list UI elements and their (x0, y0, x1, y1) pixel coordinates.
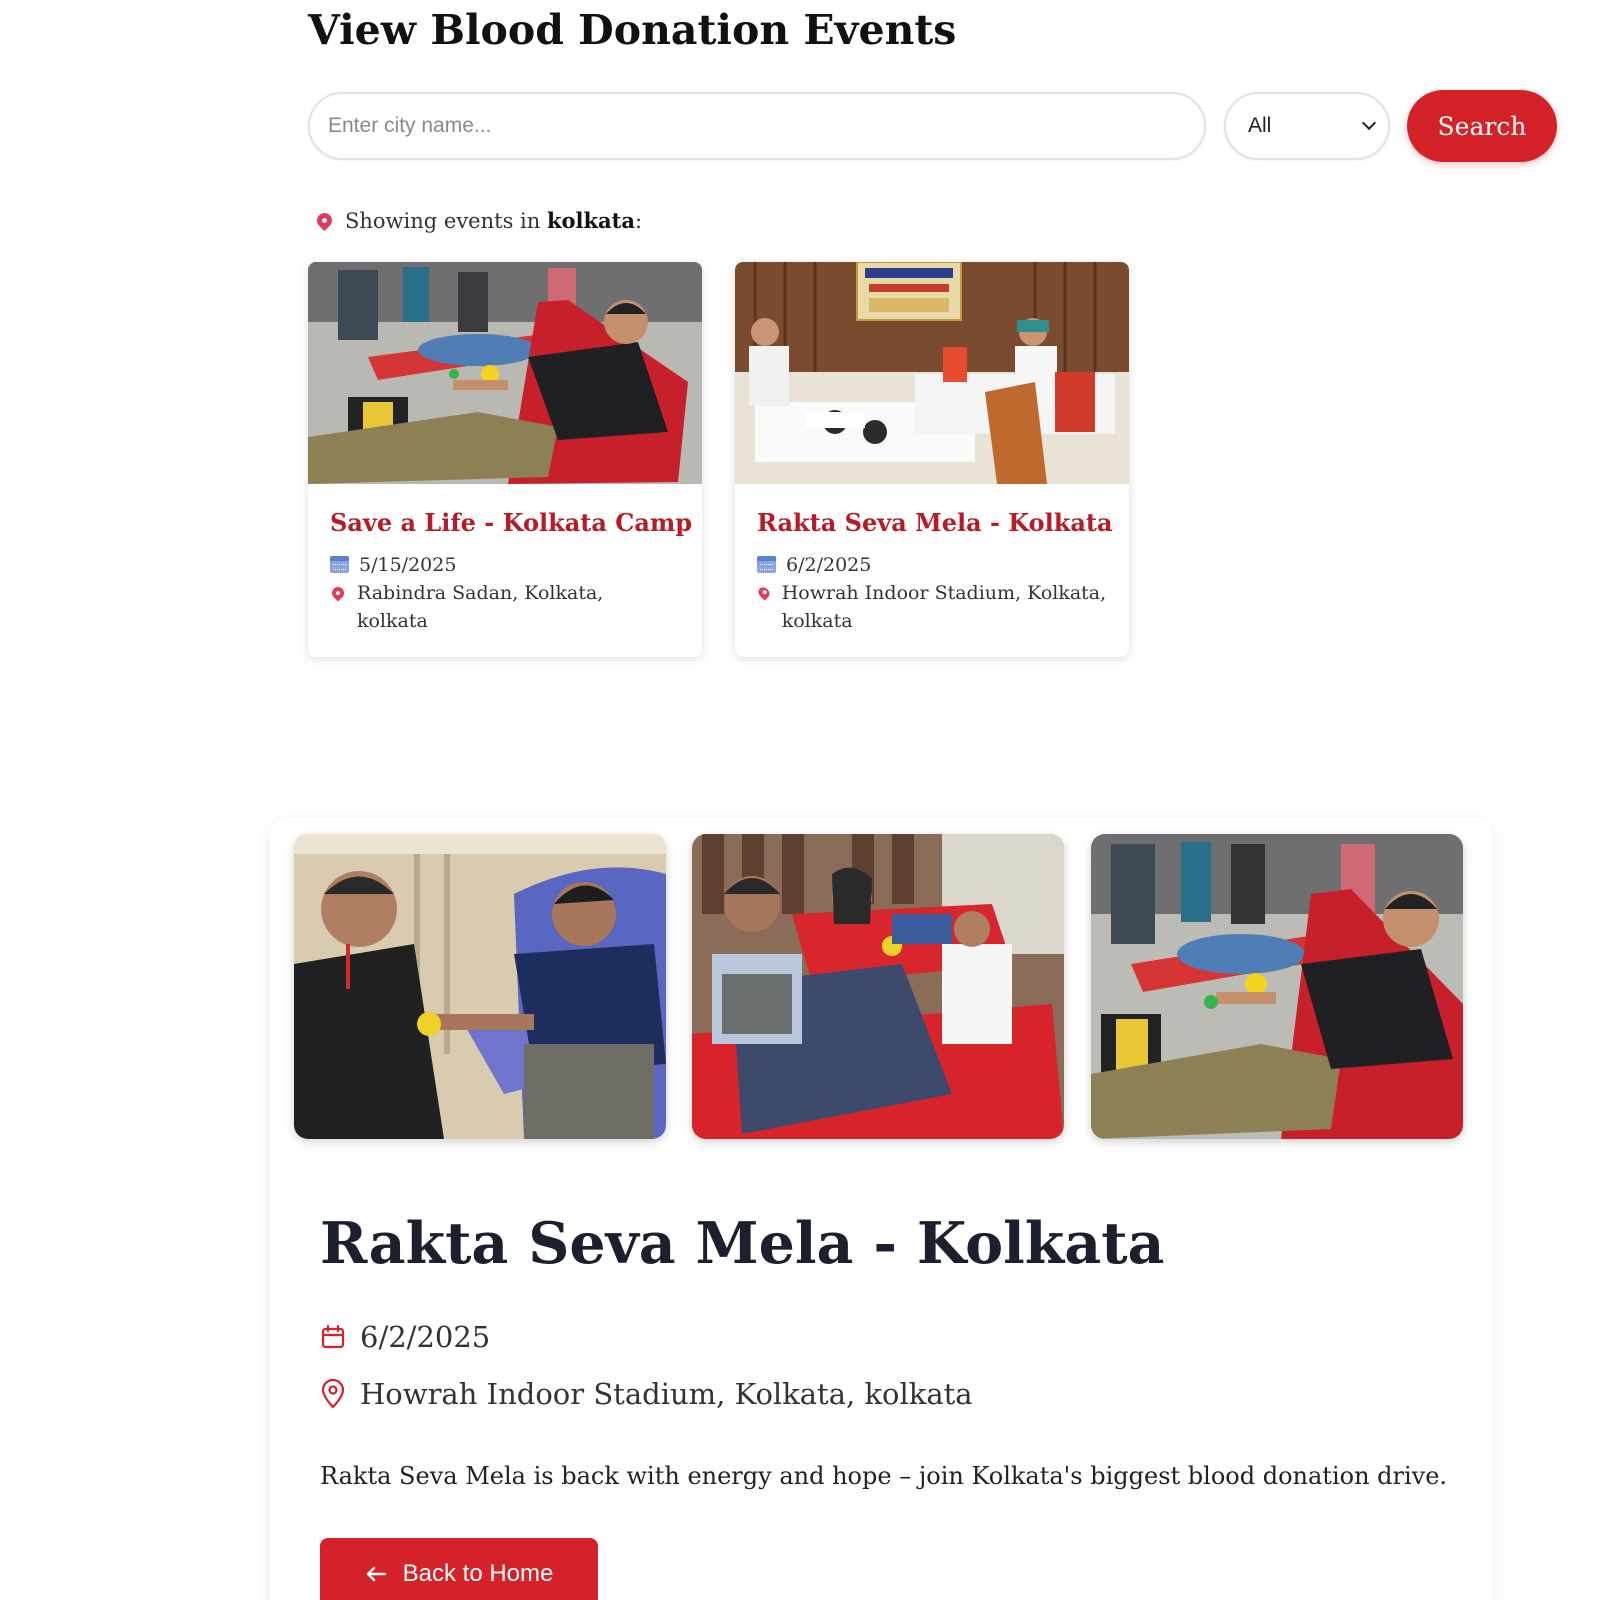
city-search-input[interactable] (308, 92, 1206, 160)
event-card-date-text: 6/2/2025 (786, 554, 872, 576)
event-filter-select[interactable]: All (1224, 92, 1390, 160)
page-title: View Blood Donation Events (308, 6, 957, 54)
map-pin-icon (756, 585, 772, 601)
results-header: Showing events in kolkata: (313, 208, 643, 233)
map-pin-icon (329, 584, 347, 602)
event-photo (735, 262, 1129, 484)
results-prefix: Showing events in (345, 209, 541, 233)
event-card[interactable]: Rakta Seva Mela - Kolkata 6/2/2025 Howra… (735, 262, 1129, 657)
calendar-icon (757, 556, 776, 573)
calendar-icon (330, 556, 349, 573)
filter-selected-value: All (1248, 114, 1272, 137)
back-button-label: Back to Home (402, 1560, 554, 1587)
event-card-date: 6/2/2025 (757, 551, 1107, 579)
search-button[interactable]: Search (1407, 90, 1557, 162)
chevron-down-icon (1361, 115, 1377, 131)
event-gallery-photo (294, 834, 666, 1139)
event-card-location-text: Rabindra Sadan, Kolkata, kolkata (356, 582, 604, 632)
calendar-icon (320, 1324, 346, 1350)
event-gallery-photo (692, 834, 1064, 1139)
event-card-location-text: Howrah Indoor Stadium, Kolkata, kolkata (781, 582, 1107, 632)
event-detail-date-text: 6/2/2025 (360, 1320, 491, 1354)
event-photo (308, 262, 702, 484)
results-suffix: : (634, 209, 643, 233)
map-pin-icon (320, 1379, 346, 1409)
map-pin-icon (313, 209, 336, 232)
event-detail-date: 6/2/2025 (320, 1320, 490, 1354)
event-card-date: 5/15/2025 (330, 551, 680, 579)
event-card-location: Rabindra Sadan, Kolkata, kolkata (329, 579, 680, 635)
event-card-date-text: 5/15/2025 (359, 554, 457, 576)
event-card-title[interactable]: Rakta Seva Mela - Kolkata (757, 508, 1113, 537)
event-detail-description: Rakta Seva Mela is back with energy and … (320, 1462, 1448, 1490)
back-to-home-button[interactable]: Back to Home (320, 1538, 598, 1600)
results-city: kolkata (546, 208, 635, 233)
event-detail-title: Rakta Seva Mela - Kolkata (320, 1210, 1165, 1277)
event-card-title[interactable]: Save a Life - Kolkata Camp (330, 508, 692, 537)
event-detail-location: Howrah Indoor Stadium, Kolkata, kolkata (320, 1377, 973, 1411)
event-detail-location-text: Howrah Indoor Stadium, Kolkata, kolkata (360, 1377, 973, 1411)
event-gallery-photo (1091, 834, 1463, 1139)
event-card[interactable]: Save a Life - Kolkata Camp 5/15/2025 Rab… (308, 262, 702, 657)
arrow-left-icon (365, 1565, 387, 1583)
event-card-location: Howrah Indoor Stadium, Kolkata, kolkata (756, 579, 1107, 635)
